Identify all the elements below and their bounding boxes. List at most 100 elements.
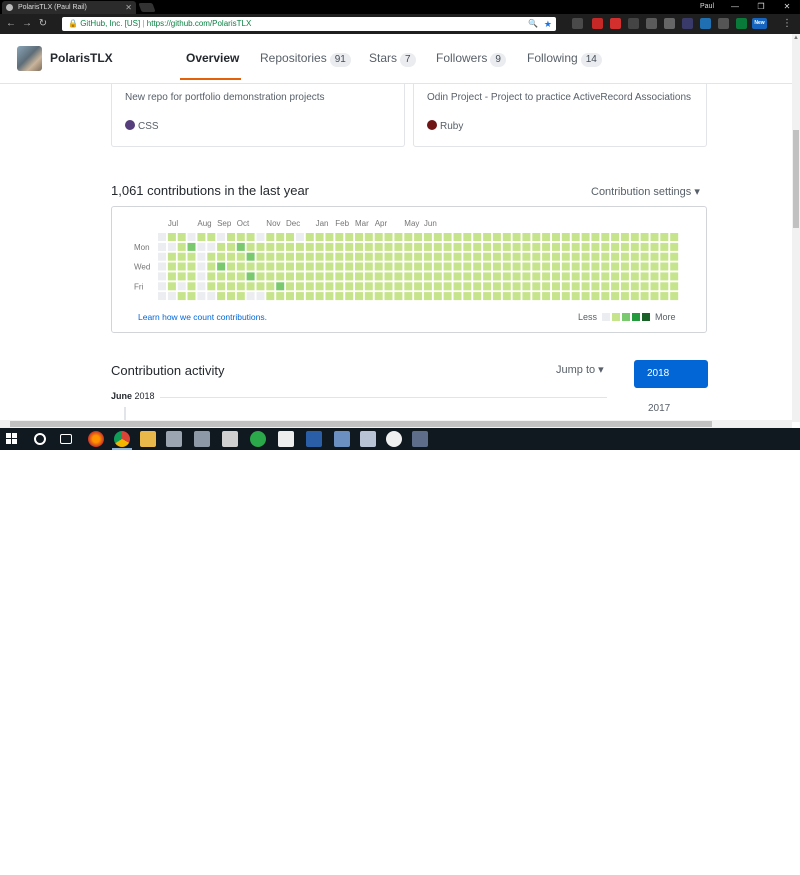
contribution-day[interactable] bbox=[246, 282, 255, 291]
contribution-day[interactable] bbox=[443, 282, 452, 291]
contribution-day[interactable] bbox=[187, 233, 196, 241]
contribution-day[interactable] bbox=[217, 233, 226, 241]
contribution-day[interactable] bbox=[473, 282, 482, 291]
contribution-day[interactable] bbox=[532, 242, 541, 251]
contribution-day[interactable] bbox=[345, 252, 354, 261]
app-icon[interactable] bbox=[334, 431, 350, 447]
contribution-day[interactable] bbox=[630, 272, 639, 281]
contribution-day[interactable] bbox=[581, 272, 590, 281]
contribution-day[interactable] bbox=[640, 272, 649, 281]
contribution-day[interactable] bbox=[483, 292, 492, 301]
contribution-day[interactable] bbox=[453, 242, 462, 251]
contribution-day[interactable] bbox=[295, 272, 304, 281]
contribution-day[interactable] bbox=[591, 282, 600, 291]
contribution-day[interactable] bbox=[177, 272, 186, 281]
contribution-day[interactable] bbox=[660, 242, 669, 251]
contribution-day[interactable] bbox=[325, 252, 334, 261]
contribution-day[interactable] bbox=[502, 233, 511, 241]
contribution-day[interactable] bbox=[640, 252, 649, 261]
contribution-day[interactable] bbox=[227, 242, 235, 251]
contribution-day[interactable] bbox=[483, 282, 492, 291]
contribution-day[interactable] bbox=[492, 252, 501, 261]
contribution-day[interactable] bbox=[394, 282, 403, 291]
contribution-day[interactable] bbox=[414, 262, 423, 271]
contribution-day[interactable] bbox=[325, 292, 334, 301]
contribution-day[interactable] bbox=[620, 282, 629, 291]
contribution-day[interactable] bbox=[463, 272, 472, 281]
contribution-day[interactable] bbox=[443, 233, 452, 241]
contribution-day[interactable] bbox=[552, 252, 560, 261]
contribution-day[interactable] bbox=[335, 272, 344, 281]
contribution-day[interactable] bbox=[236, 252, 245, 261]
contribution-day[interactable] bbox=[463, 282, 472, 291]
contribution-day[interactable] bbox=[167, 262, 176, 271]
contribution-day[interactable] bbox=[502, 252, 511, 261]
contribution-day[interactable] bbox=[443, 272, 452, 281]
new-tab-button[interactable] bbox=[138, 3, 156, 12]
contribution-day[interactable] bbox=[522, 233, 531, 241]
contribution-day[interactable] bbox=[305, 233, 314, 241]
contribution-day[interactable] bbox=[266, 262, 275, 271]
contribution-day[interactable] bbox=[453, 282, 462, 291]
contribution-day[interactable] bbox=[187, 242, 196, 251]
contribution-day[interactable] bbox=[276, 272, 285, 281]
contribution-day[interactable] bbox=[315, 233, 324, 241]
contribution-day[interactable] bbox=[561, 292, 570, 301]
contribution-day[interactable] bbox=[246, 262, 255, 271]
contribution-day[interactable] bbox=[177, 233, 186, 241]
contribution-day[interactable] bbox=[591, 292, 600, 301]
contribution-day[interactable] bbox=[217, 282, 226, 291]
contribution-day[interactable] bbox=[502, 292, 511, 301]
github-desktop-icon[interactable] bbox=[386, 431, 402, 447]
contribution-day[interactable] bbox=[207, 233, 216, 241]
contribution-day[interactable] bbox=[295, 242, 304, 251]
contribution-day[interactable] bbox=[581, 282, 590, 291]
contribution-day[interactable] bbox=[601, 282, 610, 291]
contribution-day[interactable] bbox=[364, 233, 373, 241]
contribution-day[interactable] bbox=[483, 242, 492, 251]
contribution-day[interactable] bbox=[611, 252, 620, 261]
contribution-day[interactable] bbox=[177, 262, 186, 271]
contribution-day[interactable] bbox=[217, 272, 226, 281]
contribution-day[interactable] bbox=[660, 252, 669, 261]
zoom-icon[interactable]: 🔍 bbox=[528, 17, 538, 31]
contribution-day[interactable] bbox=[236, 242, 245, 251]
contribution-day[interactable] bbox=[630, 252, 639, 261]
contribution-day[interactable] bbox=[394, 242, 403, 251]
contribution-day[interactable] bbox=[433, 233, 442, 241]
contribution-day[interactable] bbox=[650, 282, 659, 291]
contribution-day[interactable] bbox=[236, 292, 245, 301]
contribution-day[interactable] bbox=[384, 292, 393, 301]
extension-i-icon[interactable] bbox=[718, 18, 729, 29]
tab-overview[interactable]: Overview bbox=[186, 51, 239, 65]
contribution-day[interactable] bbox=[355, 272, 363, 281]
contribution-day[interactable] bbox=[443, 252, 452, 261]
contribution-day[interactable] bbox=[325, 262, 334, 271]
contribution-day[interactable] bbox=[660, 272, 669, 281]
app-icon[interactable] bbox=[360, 431, 376, 447]
contribution-day[interactable] bbox=[335, 242, 344, 251]
app-icon[interactable] bbox=[278, 431, 294, 447]
contribution-day[interactable] bbox=[305, 242, 314, 251]
contribution-day[interactable] bbox=[374, 282, 383, 291]
contribution-day[interactable] bbox=[236, 272, 245, 281]
contribution-day[interactable] bbox=[591, 242, 600, 251]
contribution-day[interactable] bbox=[571, 242, 580, 251]
contribution-day[interactable] bbox=[660, 292, 669, 301]
contribution-day[interactable] bbox=[620, 233, 629, 241]
contribution-day[interactable] bbox=[453, 262, 462, 271]
contribution-day[interactable] bbox=[433, 262, 442, 271]
contribution-day[interactable] bbox=[394, 292, 403, 301]
contribution-day[interactable] bbox=[512, 252, 521, 261]
contribution-day[interactable] bbox=[650, 233, 659, 241]
contribution-day[interactable] bbox=[177, 282, 186, 291]
address-bar[interactable]: 🔒 GitHub, Inc. [US] | https://github.com… bbox=[62, 17, 556, 31]
contribution-day[interactable] bbox=[433, 252, 442, 261]
contribution-day[interactable] bbox=[414, 233, 423, 241]
contribution-day[interactable] bbox=[463, 262, 472, 271]
contribution-day[interactable] bbox=[345, 292, 354, 301]
contribution-day[interactable] bbox=[374, 242, 383, 251]
contribution-day[interactable] bbox=[158, 262, 166, 271]
contribution-day[interactable] bbox=[217, 252, 226, 261]
contribution-day[interactable] bbox=[561, 242, 570, 251]
